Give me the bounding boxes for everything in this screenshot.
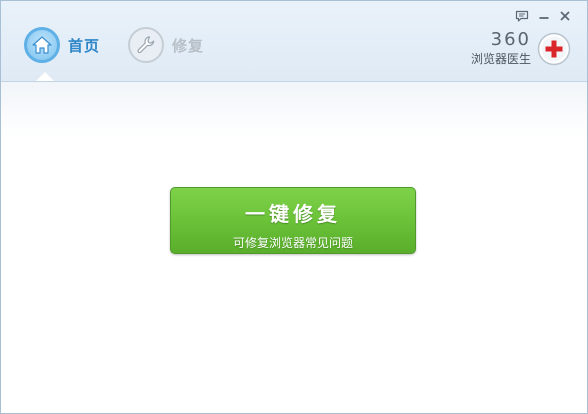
brand-number: 360 xyxy=(490,29,531,50)
feedback-icon xyxy=(515,10,529,22)
header-bar: 首页 修复 360 浏览器医生 xyxy=(1,1,587,82)
main-content: 一键修复 可修复浏览器常见问题 xyxy=(1,82,587,413)
wrench-icon xyxy=(128,27,164,63)
repair-button-title: 一键修复 xyxy=(245,202,341,226)
brand-block: 360 浏览器医生 xyxy=(471,31,571,67)
nav-tab-repair-label: 修复 xyxy=(172,36,205,55)
brand-text: 360 浏览器医生 xyxy=(471,31,531,67)
feedback-button[interactable] xyxy=(514,8,530,24)
nav-tab-home[interactable]: 首页 xyxy=(24,25,100,65)
app-window: 首页 修复 360 浏览器医生 一键修复 可修复浏览器常见问题 xyxy=(0,0,588,414)
minimize-button[interactable] xyxy=(536,8,552,24)
nav-tab-repair[interactable]: 修复 xyxy=(128,25,204,65)
one-click-repair-button[interactable]: 一键修复 可修复浏览器常见问题 xyxy=(170,187,416,254)
minimize-icon xyxy=(539,17,549,19)
repair-button-subtitle: 可修复浏览器常见问题 xyxy=(232,236,353,250)
close-button[interactable] xyxy=(557,8,573,24)
active-tab-pointer xyxy=(36,72,54,81)
home-icon xyxy=(24,27,60,63)
nav-tab-home-label: 首页 xyxy=(68,36,101,55)
close-icon xyxy=(560,11,570,21)
brand-name: 浏览器医生 xyxy=(470,52,531,66)
red-cross-icon xyxy=(537,32,571,66)
